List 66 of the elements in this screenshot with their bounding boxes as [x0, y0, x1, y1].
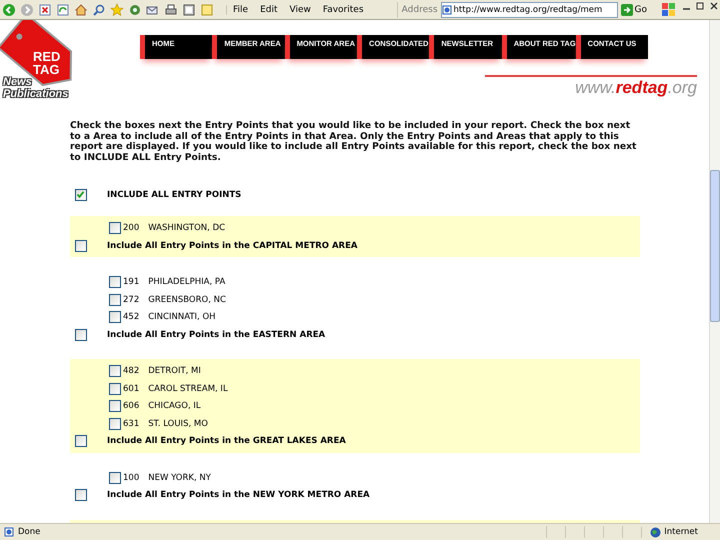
entry-point-name: DETROIT, MI: [148, 366, 201, 376]
page-icon: [4, 527, 14, 537]
entry-point-checkbox[interactable]: [109, 382, 121, 395]
entry-point-checkbox[interactable]: [109, 400, 121, 412]
site-url-text: www.redtag.org: [485, 75, 697, 98]
page-icon: [442, 4, 452, 14]
zone-text: Internet: [664, 527, 698, 537]
status-text: Done: [18, 527, 40, 537]
entry-point-code: 272: [123, 294, 140, 305]
area-checkbox[interactable]: [75, 240, 87, 252]
entry-point-name: CAROL STREAM, IL: [148, 384, 228, 394]
menu-item[interactable]: View: [290, 4, 311, 14]
maximize-icon[interactable]: [696, 2, 704, 10]
address-label: Address: [402, 4, 438, 14]
entry-point-checkbox[interactable]: [109, 418, 121, 430]
entry-point-code: 100: [123, 472, 140, 483]
refresh-icon[interactable]: [56, 2, 70, 16]
address-field[interactable]: http://www.redtag.org/redtag/mem: [440, 2, 618, 18]
printer-icon[interactable]: [164, 2, 178, 16]
entry-point-checkbox[interactable]: [109, 365, 121, 378]
logo-text: News: [3, 77, 32, 88]
area-checkbox[interactable]: [75, 489, 87, 502]
menu-item[interactable]: File: [233, 4, 248, 14]
area-checkbox[interactable]: [75, 328, 87, 341]
entry-point-code: 191: [123, 277, 140, 288]
globe-icon: [650, 526, 662, 538]
go-button[interactable]: Go: [620, 4, 647, 16]
area-label: Include All Entry Points in the GREAT LAKES AREA: [107, 436, 346, 446]
entry-point-name: ST. LOUIS, MO: [148, 418, 208, 429]
area-label: Include All Entry Points in the EASTERN AREA: [107, 330, 326, 340]
include-all-label: INCLUDE ALL ENTRY POINTS: [107, 190, 242, 200]
entry-point-checkbox[interactable]: [109, 311, 121, 324]
entry-point-name: WASHINGTON, DC: [148, 223, 226, 234]
entry-point-checkbox[interactable]: [109, 472, 121, 484]
entry-point-name: PHILADELPHIA, PA: [148, 277, 226, 288]
entry-point-checkbox[interactable]: [109, 222, 121, 234]
area-label: Include All Entry Points in the NEW YORK METRO AREA: [107, 490, 370, 500]
search-icon[interactable]: [92, 2, 106, 16]
close-icon[interactable]: [710, 2, 718, 10]
scrollbar-thumb[interactable]: [710, 170, 720, 322]
stop-icon[interactable]: [38, 2, 52, 16]
entry-point-name: CHICAGO, IL: [148, 401, 201, 412]
logo-text: RED: [33, 50, 60, 63]
area-checkbox[interactable]: [75, 435, 87, 448]
area-label: Include All Entry Points in the CAPITAL METRO AREA: [107, 240, 358, 251]
entry-point-code: 482: [123, 366, 140, 376]
entry-point-code: 631: [123, 418, 140, 429]
entry-point-code: 601: [123, 384, 140, 394]
home-icon[interactable]: [74, 2, 88, 16]
menu-item[interactable]: Favorites: [322, 4, 364, 14]
entry-point-code: 606: [123, 401, 140, 412]
entry-point-name: CINCINNATI, OH: [148, 312, 216, 322]
logo-text: TAG: [33, 63, 60, 76]
windows-logo-icon: [661, 2, 677, 18]
back-icon[interactable]: [2, 2, 16, 16]
logo-text: Publications: [3, 89, 68, 100]
menu-item[interactable]: Edit: [260, 4, 278, 14]
entry-point-checkbox[interactable]: [109, 276, 121, 288]
entry-point-code: 200: [123, 223, 140, 234]
entry-point-name: GREENSBORO, NC: [148, 294, 226, 305]
entry-point-checkbox[interactable]: [109, 294, 121, 306]
entry-point-code: 452: [123, 312, 140, 322]
include-all-checkbox[interactable]: [75, 188, 87, 201]
instructions-text: Check the boxes next the Entry Points that you would like to be included in your report. Check the box next to a Area to include all of the Entry Points in that Area. Only the Entry Points and Areas that apply to this report are displayed. If you would like to include all Entry Points available for this report, check the box next to INCLUDE ALL Entry Points.: [70, 121, 638, 164]
star-icon[interactable]: [110, 2, 124, 16]
entry-point-name: NEW YORK, NY: [148, 472, 211, 483]
